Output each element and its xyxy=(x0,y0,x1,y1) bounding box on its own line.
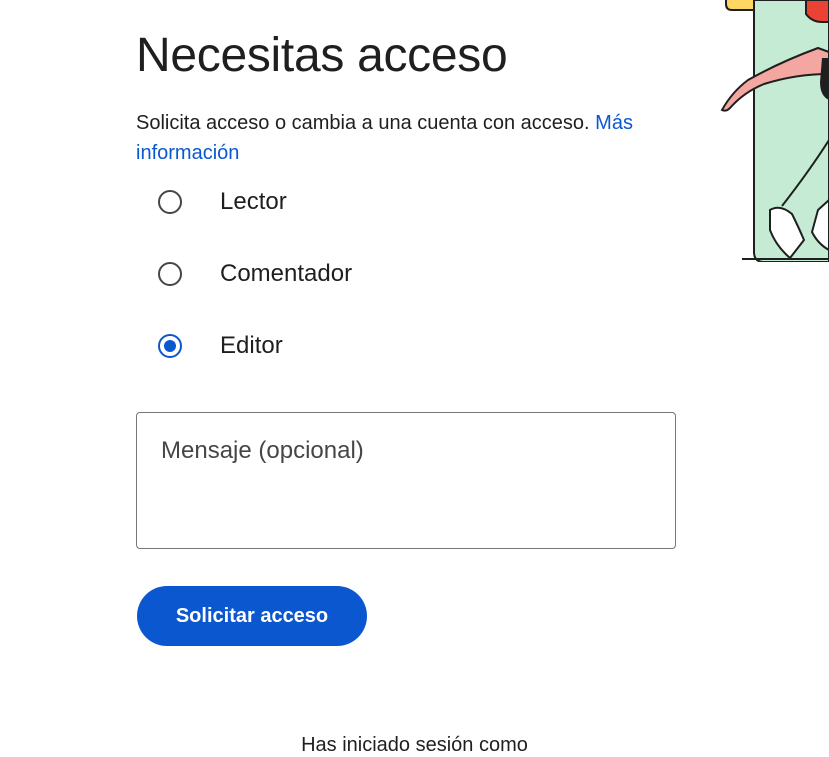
description: Solicita acceso o cambia a una cuenta co… xyxy=(136,108,676,168)
message-input[interactable] xyxy=(137,413,675,548)
radio-unchecked-icon[interactable] xyxy=(158,190,182,214)
description-text: Solicita acceso o cambia a una cuenta co… xyxy=(136,112,590,134)
radio-checked-icon[interactable] xyxy=(158,334,182,358)
role-option-label: Editor xyxy=(220,332,283,359)
illustration xyxy=(700,0,829,262)
page-title: Necesitas acceso xyxy=(136,29,508,82)
role-option-label: Lector xyxy=(220,188,287,215)
role-option-label: Comentador xyxy=(220,260,353,287)
message-field[interactable] xyxy=(136,412,676,549)
radio-unchecked-icon[interactable] xyxy=(158,262,182,286)
role-option-comentador[interactable]: Comentador xyxy=(158,256,458,292)
request-access-button[interactable]: Solicitar acceso xyxy=(137,586,367,646)
role-option-editor[interactable]: Editor xyxy=(158,328,458,364)
person-illustration xyxy=(720,0,829,262)
role-option-lector[interactable]: Lector xyxy=(158,184,458,220)
red-sleeve-shape xyxy=(805,0,829,23)
signed-in-text: Has iniciado sesión como xyxy=(301,734,528,756)
